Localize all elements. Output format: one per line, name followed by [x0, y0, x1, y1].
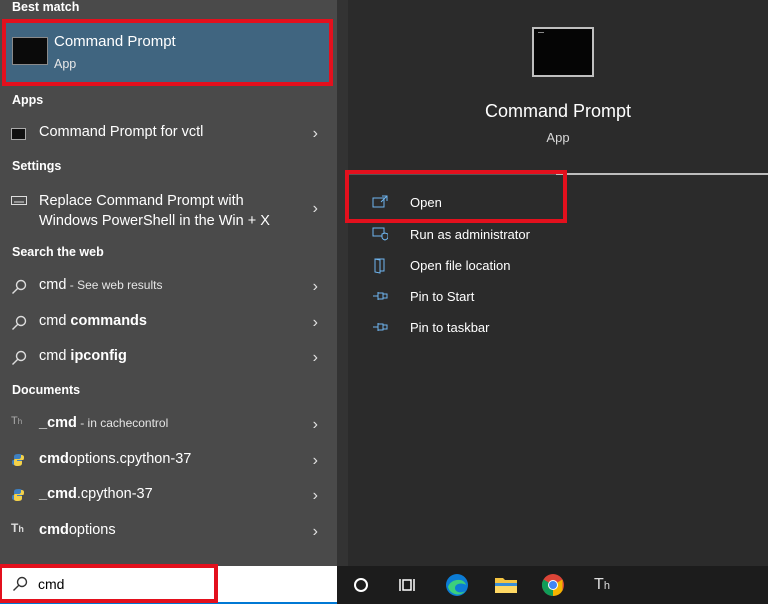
command-prompt-icon [11, 128, 26, 140]
settings-toggle-icon [11, 193, 27, 207]
command-prompt-icon [12, 37, 48, 65]
web-result-prefix: cmd [39, 313, 71, 329]
command-prompt-icon [532, 27, 594, 77]
chevron-right-icon: › [312, 125, 318, 142]
document-bold: cmd [39, 522, 69, 538]
document-item[interactable]: cmdoptions.cpython-37 › [0, 445, 337, 475]
typora-icon[interactable]: Th [588, 571, 616, 599]
shield-icon [372, 227, 389, 241]
document-item[interactable]: Th cmdoptions › [0, 516, 337, 546]
chevron-right-icon: › [312, 314, 318, 331]
best-match-title: Command Prompt [54, 33, 176, 50]
section-search-web: Search the web [12, 245, 104, 259]
app-item-label: Command Prompt for vctl [39, 124, 204, 140]
taskbar-search-box[interactable] [0, 564, 337, 604]
document-item[interactable]: _cmd.cpython-37 › [0, 480, 337, 510]
detail-pane: Command Prompt App Open Run as administr… [337, 0, 768, 566]
document-item[interactable]: Th _cmd - in cachecontrol › [0, 409, 337, 439]
document-suffix: options [68, 522, 116, 538]
app-item-vctl[interactable]: Command Prompt for vctl › [0, 118, 337, 148]
section-best-match: Best match [12, 0, 80, 14]
detail-subtitle: App [546, 130, 570, 145]
section-apps: Apps [12, 93, 44, 107]
web-result-prefix: cmd [39, 277, 67, 293]
search-icon [11, 350, 27, 365]
section-documents: Documents [12, 383, 81, 397]
chrome-icon[interactable] [539, 571, 567, 599]
web-result-bold: ipconfig [70, 348, 127, 364]
web-result-item[interactable]: cmd ipconfig › [0, 342, 337, 372]
action-label: Run as administrator [410, 227, 530, 242]
web-result-item[interactable]: cmd commands › [0, 307, 337, 337]
action-label: Pin to taskbar [410, 320, 490, 335]
cortana-icon[interactable] [347, 571, 375, 599]
folder-icon [372, 258, 388, 274]
open-highlight-box [345, 170, 567, 223]
results-pane: Best match Command Prompt App Apps Comma… [0, 0, 337, 566]
document-suffix: - in cachecontrol [76, 416, 169, 430]
search-icon [11, 279, 27, 294]
web-result-prefix: cmd [39, 348, 71, 364]
action-label: Pin to Start [410, 289, 475, 304]
settings-item-powershell[interactable]: Replace Command Prompt with Windows Powe… [0, 184, 337, 232]
search-icon [11, 315, 27, 330]
chevron-right-icon: › [312, 523, 318, 540]
document-bold: _cmd [39, 486, 77, 502]
best-match-item[interactable]: Command Prompt App [2, 19, 333, 86]
text-file-icon: Th [11, 415, 23, 427]
pin-icon [372, 289, 388, 303]
search-icon [12, 576, 28, 592]
chevron-right-icon: › [312, 416, 318, 433]
web-result-bold: commands [70, 313, 147, 329]
pin-icon [372, 320, 388, 334]
document-bold: _cmd [39, 415, 77, 431]
task-view-icon[interactable] [394, 571, 422, 599]
chevron-right-icon: › [312, 278, 318, 295]
action-label: Open file location [410, 258, 511, 273]
web-result-suffix: - See web results [66, 278, 163, 292]
document-suffix: .cpython-37 [76, 486, 153, 502]
chevron-right-icon: › [312, 349, 318, 366]
web-result-item[interactable]: cmd - See web results › [0, 271, 337, 301]
chevron-right-icon: › [312, 200, 318, 217]
edge-icon[interactable] [443, 571, 471, 599]
file-explorer-icon[interactable] [492, 571, 520, 599]
search-input[interactable] [38, 573, 188, 595]
document-suffix: options.cpython-37 [68, 451, 192, 467]
chevron-right-icon: › [312, 452, 318, 469]
settings-item-line2: Windows PowerShell in the Win + X [39, 213, 270, 229]
best-match-subtitle: App [54, 57, 77, 71]
text-file-icon: Th [11, 521, 24, 535]
taskbar: Th [0, 564, 768, 604]
settings-item-line1: Replace Command Prompt with [39, 193, 244, 209]
python-file-icon [11, 453, 27, 467]
python-file-icon [11, 488, 27, 502]
detail-title: Command Prompt [484, 101, 632, 121]
section-settings: Settings [12, 159, 62, 173]
document-bold: cmd [39, 451, 69, 467]
chevron-right-icon: › [312, 487, 318, 504]
